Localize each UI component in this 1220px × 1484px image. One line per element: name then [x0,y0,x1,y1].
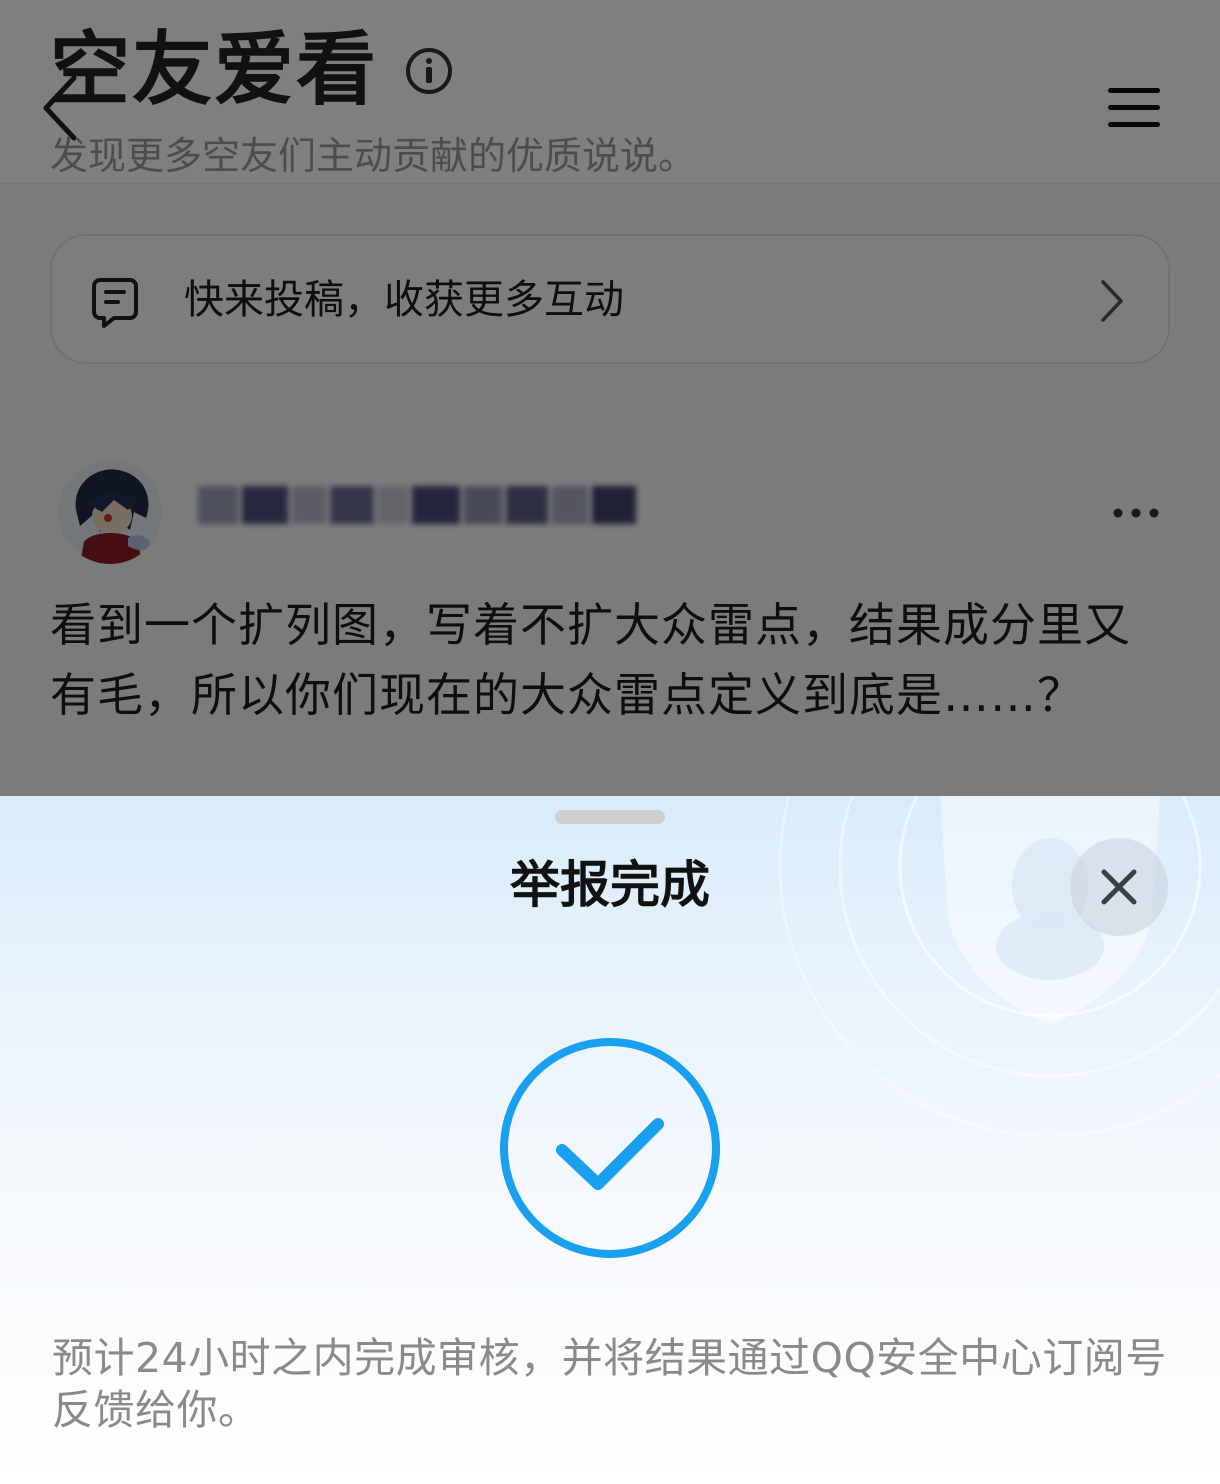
success-check-icon [500,1038,720,1258]
close-button[interactable] [1070,838,1168,936]
sheet-drag-handle[interactable] [555,810,665,824]
close-icon [1101,869,1137,905]
sheet-title: 举报完成 [510,856,710,914]
report-complete-sheet: 举报完成 预计24小时之内完成审核，并将结果通过QQ安全中心订阅号反馈给你。 [0,796,1220,1484]
sheet-description: 预计24小时之内完成审核，并将结果通过QQ安全中心订阅号反馈给你。 [52,1334,1167,1434]
